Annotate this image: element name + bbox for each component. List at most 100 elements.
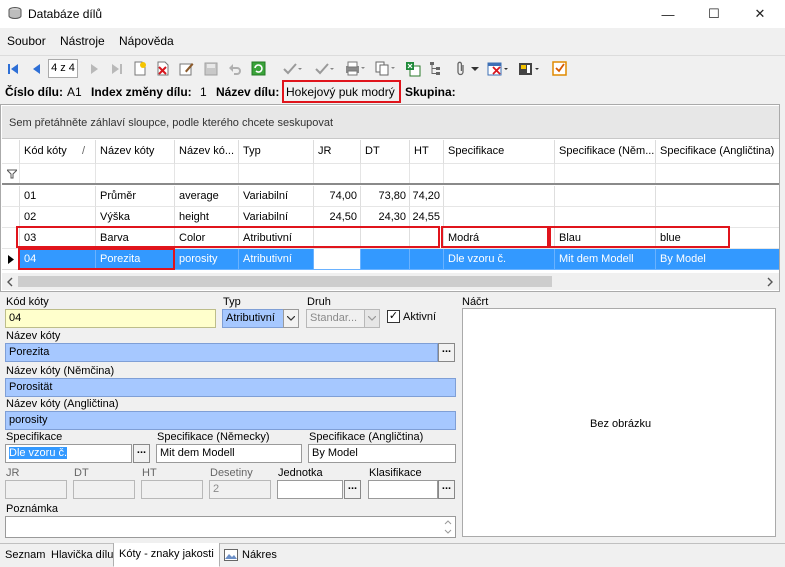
group-hint: Sem přetáhněte záhlaví sloupce, podle kt… (9, 117, 334, 129)
spec-en-input[interactable]: By Model (308, 444, 456, 463)
excel-icon[interactable] (404, 60, 421, 77)
filter-cell[interactable] (361, 164, 410, 184)
next-record-icon[interactable] (86, 60, 103, 77)
highlight-row-04 (18, 248, 175, 270)
filter-cell[interactable] (175, 164, 239, 184)
tab-seznam[interactable]: Seznam (0, 544, 50, 566)
scroll-right-icon[interactable] (765, 277, 775, 287)
tab-hlavicka[interactable]: Hlavička dílu (46, 544, 118, 566)
column-header-spec[interactable]: Specifikace (444, 140, 555, 164)
column-header-nazev[interactable]: Název kóty (96, 140, 175, 164)
bottom-tabs: Seznam Hlavička dílu Kóty - znaky jakost… (0, 543, 785, 567)
group-by-area[interactable]: Sem přetáhněte záhlaví sloupce, podle kt… (2, 106, 779, 139)
filter-cell[interactable] (444, 164, 555, 184)
name-browse-button[interactable]: ... (438, 343, 455, 362)
new-icon[interactable] (131, 60, 148, 77)
last-record-icon[interactable] (108, 60, 125, 77)
column-header-kod[interactable]: Kód kóty / (20, 140, 96, 164)
sort-indicator: / (82, 145, 86, 157)
refresh-icon[interactable] (250, 60, 267, 77)
jr-input[interactable] (5, 480, 67, 499)
column-header-jr[interactable]: JR (314, 140, 361, 164)
classification-browse-button[interactable]: ... (438, 480, 455, 499)
check-icon[interactable] (281, 60, 303, 77)
spec-de-label: Specifikace (Německy) (157, 431, 270, 443)
check-all-icon[interactable] (313, 60, 335, 77)
window-title: Databáze dílů (28, 7, 103, 21)
unit-input[interactable] (277, 480, 343, 499)
filter-separator (2, 183, 779, 185)
spec-de-input[interactable]: Mit dem Modell (156, 444, 302, 463)
decimals-input[interactable]: 2 (209, 480, 271, 499)
tab-koty[interactable]: Kóty - znaky jakosti (113, 543, 220, 567)
column-header-dt[interactable]: DT (361, 140, 410, 164)
code-input[interactable]: 04 (5, 309, 216, 328)
name-label: Název kóty (6, 330, 61, 342)
name-input[interactable]: Porezita (5, 343, 438, 362)
filter-cell[interactable] (410, 164, 444, 184)
save-icon[interactable] (202, 60, 219, 77)
column-header-nazev-en[interactable]: Název kó... (175, 140, 239, 164)
part-name-label: Název dílu: (216, 85, 280, 99)
sketch-panel[interactable]: Bez obrázku (462, 308, 776, 537)
close-button[interactable]: ✕ (737, 0, 783, 28)
change-index-value: 1 (200, 85, 207, 99)
unit-browse-button[interactable]: ... (344, 480, 361, 499)
copy-icon[interactable] (374, 60, 396, 77)
menu-bar: Soubor Nástroje Nápověda (0, 28, 785, 53)
note-textarea[interactable] (5, 516, 456, 538)
menu-napoveda[interactable]: Nápověda (119, 34, 174, 48)
filter-cell[interactable] (555, 164, 656, 184)
print-icon[interactable] (344, 60, 366, 77)
first-record-icon[interactable] (4, 60, 21, 77)
classification-input[interactable] (368, 480, 438, 499)
active-checkbox[interactable]: ✓ (387, 310, 400, 323)
code-label: Kód kóty (6, 296, 49, 308)
name-en-input[interactable]: porosity (5, 411, 456, 430)
filter-cell[interactable] (314, 164, 361, 184)
column-header-spec-de[interactable]: Specifikace (Něm... (555, 140, 656, 164)
part-number-value: A1 (67, 85, 82, 99)
horizontal-scrollbar[interactable] (2, 273, 779, 290)
dt-input[interactable] (73, 480, 135, 499)
scroll-left-icon[interactable] (5, 277, 15, 287)
filter-icon[interactable] (486, 60, 510, 77)
change-index-label: Index změny dílu: (91, 85, 192, 99)
ht-input[interactable] (141, 480, 203, 499)
note-scroll-icon[interactable] (444, 519, 452, 535)
highlight-spec-translations (549, 226, 730, 248)
classification-label: Klasifikace (369, 467, 422, 479)
delete-icon[interactable] (154, 60, 171, 77)
type-label: Typ (223, 296, 241, 308)
spec-input[interactable]: Dle vzoru č. (5, 444, 132, 463)
spec-browse-button[interactable]: ... (133, 444, 150, 463)
undo-icon[interactable] (226, 60, 243, 77)
menu-soubor[interactable]: Soubor (7, 34, 46, 48)
table-row[interactable]: 02 Výška height Variabilní 24,50 24,30 2… (2, 207, 779, 228)
chevron-down-icon[interactable] (364, 309, 380, 328)
export-icon[interactable] (517, 60, 541, 77)
minimize-button[interactable]: — (645, 0, 691, 28)
menu-nastroje[interactable]: Nástroje (60, 34, 105, 48)
kind-select[interactable]: Standar... (306, 309, 365, 328)
maximize-button[interactable]: ☐ (691, 0, 737, 28)
table-row[interactable]: 01 Průměr average Variabilní 74,00 73,80… (2, 186, 779, 207)
filter-cell[interactable] (239, 164, 314, 184)
column-header-spec-en[interactable]: Specifikace (Angličtina) (656, 140, 779, 164)
scrollbar-thumb[interactable] (18, 276, 552, 287)
attach-icon[interactable] (452, 60, 469, 77)
filter-cell[interactable] (96, 164, 175, 184)
checkbox-icon[interactable] (551, 60, 568, 77)
column-header-typ[interactable]: Typ (239, 140, 314, 164)
type-select[interactable]: Atributivní (222, 309, 284, 328)
column-header-ht[interactable]: HT (410, 140, 444, 164)
filter-cell[interactable] (656, 164, 779, 184)
tab-nakres[interactable]: Nákres (219, 544, 282, 566)
chevron-down-icon[interactable] (283, 309, 299, 328)
prev-record-icon[interactable] (27, 60, 44, 77)
name-de-input[interactable]: Porosität (5, 378, 456, 397)
tree-icon[interactable] (428, 60, 445, 77)
attach-dropdown-icon[interactable] (470, 60, 480, 77)
edit-icon[interactable] (178, 60, 195, 77)
filter-cell[interactable] (20, 164, 96, 184)
